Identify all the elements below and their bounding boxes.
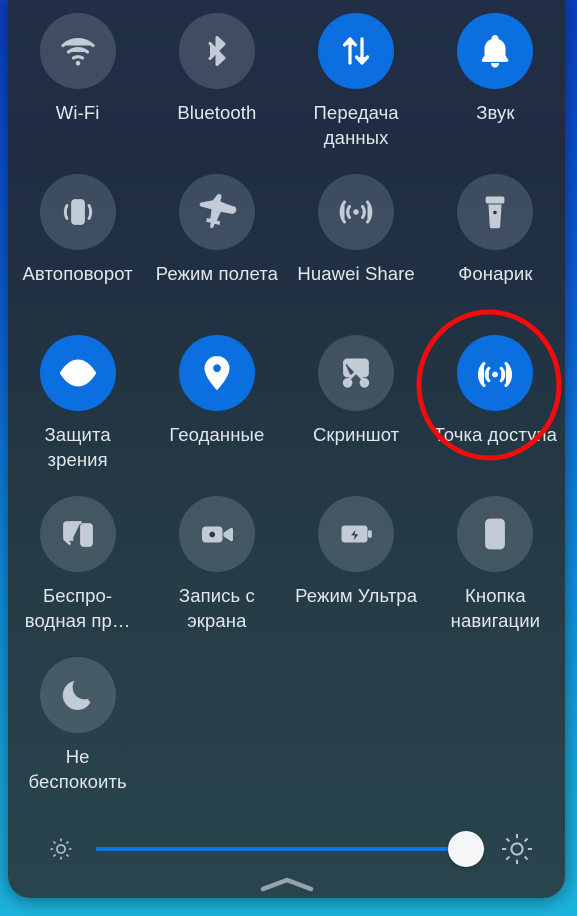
quick-toggle[interactable]: Режим полета (147, 174, 286, 331)
slider-knob[interactable] (447, 831, 484, 867)
wifi-icon[interactable] (39, 13, 116, 89)
shade-drag-handle[interactable] (8, 876, 565, 894)
quick-toggle-label: Bluetooth (177, 102, 257, 123)
phone-screen: Wi-Fi Bluetooth Передача данных Звук Авт… (0, 0, 577, 916)
flashlight-icon[interactable] (457, 174, 534, 250)
nav-button-icon[interactable] (457, 496, 534, 572)
quick-toggle-label: Передача данных (313, 102, 399, 148)
quick-toggle-label: Фонарик (458, 263, 533, 284)
quick-toggle[interactable]: Кнопка навигации (426, 496, 565, 653)
screenshot-scissors-icon[interactable] (318, 335, 395, 411)
airplane-icon[interactable] (178, 174, 255, 250)
hotspot-icon[interactable] (457, 335, 534, 411)
quick-toggle[interactable]: Звук (426, 13, 565, 170)
quick-toggle-label: Wi-Fi (55, 102, 100, 123)
quick-toggle[interactable]: Передача данных (287, 13, 426, 170)
quick-toggle[interactable]: Wi-Fi (8, 13, 147, 170)
quick-toggle-label: Беспро-водная пр… (24, 585, 131, 631)
brightness-low-icon (48, 836, 74, 862)
quick-toggle-label: Звук (476, 102, 515, 123)
brightness-high-icon (499, 831, 535, 867)
quick-toggle[interactable]: Точка доступа (426, 335, 565, 492)
quick-toggle[interactable]: Bluetooth (147, 13, 286, 170)
chevron-up-icon (259, 876, 315, 894)
brightness-row (8, 820, 565, 878)
quick-toggle[interactable]: Беспро-водная пр… (8, 496, 147, 653)
quick-toggle[interactable]: Запись с экрана (147, 496, 286, 653)
quick-toggle[interactable]: Не беспокоить (8, 657, 147, 814)
quick-toggle-label: Кнопка навигации (450, 585, 541, 631)
location-pin-icon[interactable] (178, 335, 255, 411)
moon-icon[interactable] (39, 657, 116, 733)
battery-ultra-icon[interactable] (318, 496, 395, 572)
quick-toggle[interactable]: Скриншот (287, 335, 426, 492)
quick-toggle-label: Точка доступа (433, 424, 557, 445)
quick-toggle[interactable]: Автоповорот (8, 174, 147, 331)
quick-toggle-grid: Wi-Fi Bluetooth Передача данных Звук Авт… (8, 0, 565, 818)
wireless-projection-icon[interactable] (39, 496, 116, 572)
huawei-share-icon[interactable] (318, 174, 395, 250)
quick-toggle-label: Запись с экрана (178, 585, 255, 631)
auto-rotate-icon[interactable] (39, 174, 116, 250)
quick-toggle-label: Режим Ультра (295, 585, 418, 606)
quick-toggle-label: Режим полета (155, 263, 279, 284)
bluetooth-icon[interactable] (178, 13, 255, 89)
quick-toggle[interactable]: Режим Ультра (287, 496, 426, 653)
quick-toggle[interactable]: Защита зрения (8, 335, 147, 492)
quick-toggle-label: Не беспокоить (28, 746, 127, 792)
screen-record-icon[interactable] (178, 496, 255, 572)
quick-toggle[interactable]: Геоданные (147, 335, 286, 492)
quick-toggle-label: Huawei Share (297, 263, 415, 284)
bell-icon[interactable] (457, 13, 534, 89)
quick-toggle[interactable]: Фонарик (426, 174, 565, 331)
eye-comfort-icon[interactable] (39, 335, 116, 411)
quick-settings-shade: Wi-Fi Bluetooth Передача данных Звук Авт… (8, 0, 565, 898)
slider-fill (96, 847, 466, 851)
quick-toggle-label: Автоповорот (22, 263, 133, 284)
quick-toggle[interactable]: Huawei Share (287, 174, 426, 331)
mobile-data-icon[interactable] (318, 13, 395, 89)
quick-toggle-label: Скриншот (312, 424, 400, 445)
quick-toggle-label: Защита зрения (44, 424, 111, 470)
quick-toggle-label: Геоданные (169, 424, 265, 445)
brightness-slider[interactable] (96, 831, 485, 867)
